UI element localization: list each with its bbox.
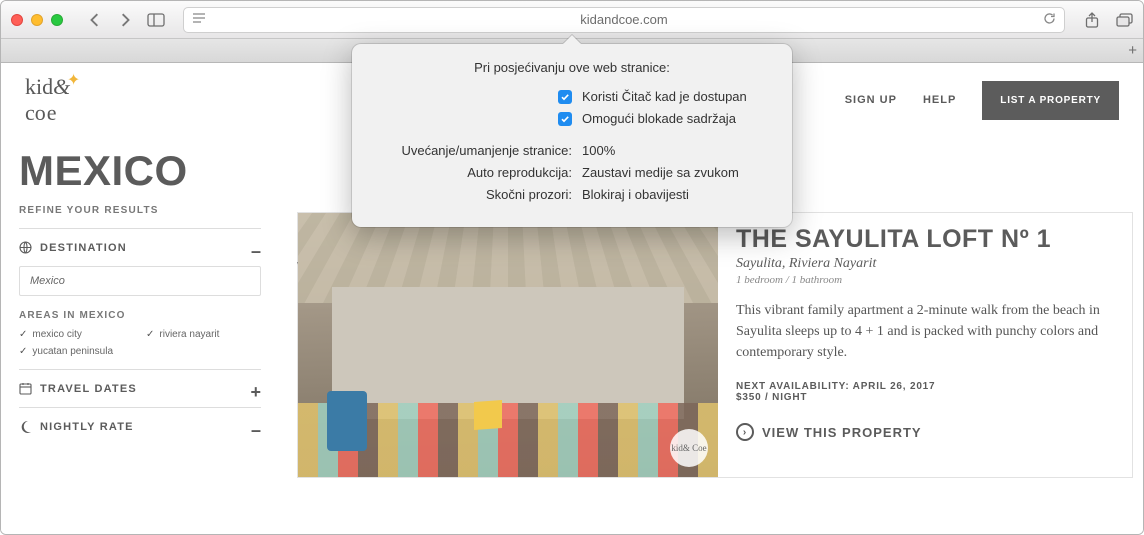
popover-autoplay-label: Auto reprodukcija: (372, 165, 582, 180)
sidebar-toggle-icon[interactable] (147, 11, 165, 29)
area-item[interactable]: ✓ yucatan peninsula (19, 346, 134, 357)
filter-nightly-rate[interactable]: NIGHTLY RATE – (19, 407, 261, 445)
collapse-icon[interactable]: – (251, 241, 261, 262)
minimize-window-button[interactable] (31, 14, 43, 26)
nav-signup[interactable]: SIGN UP (845, 94, 897, 106)
popover-reader-row[interactable]: Koristi Čitač kad je dostupan (372, 89, 772, 104)
filter-nightly-rate-label: NIGHTLY RATE (40, 421, 134, 433)
destination-input[interactable] (19, 266, 261, 296)
popover-reader-label: Koristi Čitač kad je dostupan (582, 89, 772, 104)
share-icon[interactable] (1083, 11, 1101, 29)
view-property-link[interactable]: › VIEW THIS PROPERTY (736, 423, 1114, 441)
checkbox-checked-icon[interactable] (558, 112, 572, 126)
arrow-right-icon: › (736, 423, 754, 441)
popover-autoplay-value: Zaustavi medije sa zvukom (582, 165, 772, 180)
refine-label: REFINE YOUR RESULTS (19, 205, 261, 216)
popover-contentblock-label: Omogući blokade sadržaja (582, 111, 772, 126)
popover-contentblock-row[interactable]: Omogući blokade sadržaja (372, 111, 772, 126)
tabs-icon[interactable] (1115, 11, 1133, 29)
nav-buttons (81, 9, 139, 31)
popover-zoom-row[interactable]: Uvećanje/umanjenje stranice: 100% (372, 143, 772, 158)
property-availability: NEXT AVAILABILITY: APRIL 26, 2017 (736, 381, 1114, 392)
filter-destination: DESTINATION – AREAS IN MEXICO ✓ mexico ci… (19, 228, 261, 369)
room-illustration (298, 213, 718, 477)
watermark-logo: kid& Coe (670, 429, 708, 467)
reader-icon[interactable] (192, 12, 206, 27)
back-button[interactable] (81, 9, 109, 31)
forward-button[interactable] (111, 9, 139, 31)
property-subtitle: Sayulita, Riviera Nayarit (736, 256, 1114, 272)
traffic-lights (11, 14, 63, 26)
area-label: mexico city (32, 329, 81, 340)
site-nav-right: SIGN UP HELP LIST A PROPERTY (845, 81, 1119, 120)
expand-icon[interactable]: + (250, 382, 261, 403)
area-item[interactable]: ✓ mexico city (19, 329, 134, 340)
globe-icon (19, 241, 32, 254)
toolbar-right (1083, 11, 1133, 29)
fullscreen-window-button[interactable] (51, 14, 63, 26)
property-card: kid& Coe THE SAYULITA LOFT Nº 1 Sayulita… (297, 212, 1133, 478)
areas-label: AREAS IN MEXICO (19, 310, 261, 321)
check-icon: ✓ (19, 329, 27, 340)
filter-travel-dates-label: TRAVEL DATES (40, 383, 137, 395)
popover-popups-value: Blokiraj i obavijesti (582, 187, 772, 202)
popover-popups-label: Skočni prozori: (372, 187, 582, 202)
logo-star-icon: ✦ (67, 70, 80, 90)
url-text: kidandcoe.com (580, 12, 667, 27)
area-label: riviera nayarit (159, 329, 219, 340)
popover-autoplay-row[interactable]: Auto reprodukcija: Zaustavi medije sa zv… (372, 165, 772, 180)
reload-icon[interactable] (1043, 12, 1056, 28)
moon-icon (19, 420, 32, 433)
check-icon: ✓ (19, 346, 27, 357)
popover-title: Pri posjećivanju ove web stranice: (372, 60, 772, 75)
view-property-label: VIEW THIS PROPERTY (762, 425, 922, 440)
list-property-button[interactable]: LIST A PROPERTY (982, 81, 1119, 120)
safari-window: kidandcoe.com + kid&coe✦ SIGN UP HELP LI… (0, 0, 1144, 535)
popover-zoom-value: 100% (582, 143, 772, 158)
address-bar[interactable]: kidandcoe.com (183, 7, 1065, 33)
check-icon: ✓ (146, 329, 154, 340)
property-price: $350 / NIGHT (736, 392, 1114, 403)
website-settings-popover: Pri posjećivanju ove web stranice: Koris… (352, 44, 792, 227)
property-title: THE SAYULITA LOFT Nº 1 (736, 225, 1114, 254)
sidebar: MEXICO REFINE YOUR RESULTS DESTINATION –… (1, 137, 279, 534)
property-body: THE SAYULITA LOFT Nº 1 Sayulita, Riviera… (718, 213, 1132, 477)
page-title: MEXICO (19, 147, 261, 195)
property-image[interactable]: kid& Coe (298, 213, 718, 477)
titlebar: kidandcoe.com (1, 1, 1143, 39)
popover-zoom-label: Uvećanje/umanjenje stranice: (372, 143, 582, 158)
new-tab-button[interactable]: + (1128, 42, 1137, 59)
area-item[interactable]: ✓ riviera nayarit (146, 329, 261, 340)
collapse-icon[interactable]: – (251, 420, 261, 441)
checkbox-checked-icon[interactable] (558, 90, 572, 104)
calendar-icon (19, 382, 32, 395)
filter-travel-dates[interactable]: TRAVEL DATES + (19, 369, 261, 407)
site-logo[interactable]: kid&coe✦ (25, 74, 70, 126)
areas-list: ✓ mexico city ✓ riviera nayarit ✓ yucatan p… (19, 329, 261, 357)
filter-destination-label: DESTINATION (40, 242, 127, 254)
popover-popups-row[interactable]: Skočni prozori: Blokiraj i obavijesti (372, 187, 772, 202)
property-description: This vibrant family apartment a 2-minute… (736, 300, 1114, 363)
property-meta: 1 bedroom / 1 bathroom (736, 274, 1114, 286)
close-window-button[interactable] (11, 14, 23, 26)
nav-help[interactable]: HELP (923, 94, 956, 106)
area-label: yucatan peninsula (32, 346, 113, 357)
